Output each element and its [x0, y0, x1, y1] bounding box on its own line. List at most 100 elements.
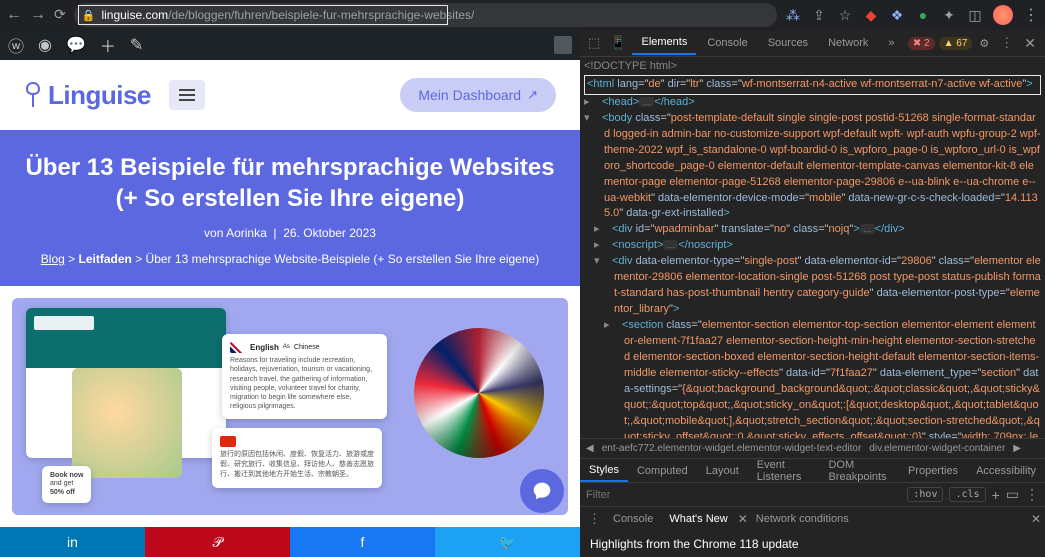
- drawer-content: Highlights from the Chrome 118 update: [580, 531, 1045, 557]
- tab-sources[interactable]: Sources: [759, 32, 817, 54]
- hov-toggle[interactable]: :hov: [907, 487, 943, 502]
- site-logo[interactable]: Linguise: [24, 80, 151, 111]
- wp-user-avatar[interactable]: [554, 36, 572, 54]
- social-share-bar: in 𝒫 f 🐦: [0, 527, 580, 557]
- new-style-rule-icon[interactable]: +: [992, 487, 1000, 503]
- illus-chinese-card: 旅行的原因包括休闲、度假、恢复活力、旅游或度假、研究旅行、收集信息、拜访他人、慈…: [212, 428, 382, 487]
- uk-flag-icon: [230, 342, 246, 353]
- dom-head[interactable]: ▸<head>…</head>: [594, 95, 1041, 111]
- styles-tabs: Styles Computed Layout Event Listeners D…: [580, 458, 1045, 482]
- styles-tab-layout[interactable]: Layout: [697, 461, 748, 481]
- wp-edit-icon[interactable]: ✎: [130, 35, 143, 55]
- back-button[interactable]: ←: [6, 6, 22, 24]
- styles-tab-props[interactable]: Properties: [899, 461, 967, 481]
- tab-more[interactable]: »: [879, 32, 903, 54]
- drawer-tab-whatsnew[interactable]: What's New: [661, 509, 735, 529]
- chat-widget-button[interactable]: [520, 469, 564, 513]
- drawer-tab-network[interactable]: Network conditions: [748, 509, 857, 529]
- extension-icon-3[interactable]: ●: [915, 7, 931, 23]
- profile-avatar[interactable]: [993, 5, 1013, 25]
- devtools-tabs: ⬚ 📱 Elements Console Sources Network » ✖…: [580, 30, 1045, 56]
- wp-add-icon[interactable]: ＋: [100, 33, 116, 57]
- illus-promo-badge: Book nowand get50% off: [42, 466, 91, 503]
- share-facebook[interactable]: f: [290, 527, 435, 557]
- inspect-icon[interactable]: ⬚: [584, 35, 604, 51]
- wp-admin-bar: ⓦ ◉ 💬 ＋ ✎: [0, 30, 580, 60]
- illus-english-card: English As Chinese Reasons for traveling…: [222, 334, 387, 419]
- reload-button[interactable]: ⟳: [54, 6, 66, 24]
- bookmark-star-icon[interactable]: ☆: [837, 7, 853, 23]
- logo-mark-icon: [24, 81, 42, 109]
- dom-wpadminbar[interactable]: ▸<div id="wpadminbar" translate="no" cla…: [604, 222, 1041, 238]
- share-icon[interactable]: ⇪: [811, 7, 827, 23]
- forward-button[interactable]: →: [30, 6, 46, 24]
- devtools-menu-icon[interactable]: ⋮: [996, 35, 1017, 51]
- dom-tree[interactable]: <!DOCTYPE html> <html lang="de" dir="ltr…: [580, 57, 1045, 438]
- tab-console[interactable]: Console: [698, 32, 756, 54]
- breadcrumb: Blog > Leitfaden > Über 13 mehrsprachige…: [18, 252, 562, 266]
- devtools-panel: ⬚ 📱 Elements Console Sources Network » ✖…: [580, 30, 1045, 557]
- share-pinterest[interactable]: 𝒫: [145, 527, 290, 557]
- styles-filter-input[interactable]: [586, 489, 901, 501]
- dom-body-open[interactable]: ▾<body class="post-template-default sing…: [594, 111, 1041, 223]
- chrome-menu-icon[interactable]: ⋮: [1023, 5, 1039, 25]
- address-bar[interactable]: 🔒 linguise.com/de/bloggen/fuhren/beispie…: [74, 3, 777, 27]
- dom-doctype[interactable]: <!DOCTYPE html>: [584, 59, 1041, 75]
- cls-toggle[interactable]: .cls: [949, 487, 985, 502]
- styles-tab-computed[interactable]: Computed: [628, 461, 697, 481]
- lock-icon: 🔒: [82, 9, 96, 22]
- translate-icon[interactable]: ⁂: [785, 7, 801, 23]
- wp-logo-icon[interactable]: ⓦ: [8, 33, 24, 57]
- extension-icon-1[interactable]: ◆: [863, 7, 879, 23]
- browser-toolbar: ← → ⟳ 🔒 linguise.com/de/bloggen/fuhren/b…: [0, 0, 1045, 30]
- styles-filter-bar: :hov .cls + ▭ ⋮: [580, 482, 1045, 506]
- breadcrumb-guide[interactable]: Leitfaden: [79, 252, 132, 266]
- wp-comments-icon[interactable]: 💬: [66, 35, 86, 55]
- dom-html-highlight: <html lang="de" dir="ltr" class="wf-mont…: [584, 75, 1041, 95]
- chat-icon: [532, 481, 552, 501]
- dom-elementor-div[interactable]: ▾<div data-elementor-type="single-post" …: [604, 254, 1041, 318]
- dom-noscript[interactable]: ▸<noscript>…</noscript>: [604, 238, 1041, 254]
- hero-illustration: English As Chinese Reasons for traveling…: [12, 298, 568, 515]
- share-linkedin[interactable]: in: [0, 527, 145, 557]
- external-link-icon: ↗: [527, 87, 538, 103]
- breadcrumb-current: Über 13 mehrsprachige Website-Beispiele …: [146, 252, 540, 266]
- dom-html-open[interactable]: <html lang="de" dir="ltr" class="wf-mont…: [587, 77, 1038, 93]
- page-viewport: ⓦ ◉ 💬 ＋ ✎ Linguise Mein Dashboard ↗ Über…: [0, 30, 580, 557]
- devtools-close-icon[interactable]: ✕: [1019, 35, 1041, 52]
- tab-elements[interactable]: Elements: [632, 31, 696, 55]
- error-count-badge[interactable]: ✖ 2: [908, 37, 935, 50]
- flag-globe-icon: [414, 328, 544, 458]
- styles-tab-a11y[interactable]: Accessibility: [967, 461, 1045, 481]
- extensions-puzzle-icon[interactable]: ✦: [941, 7, 957, 23]
- url-text: linguise.com/de/bloggen/fuhren/beispiele…: [101, 8, 474, 22]
- drawer-menu-icon[interactable]: ⋮: [584, 511, 605, 527]
- device-toggle-icon[interactable]: 📱: [606, 35, 630, 51]
- styles-pane-menu-icon[interactable]: ▭: [1006, 486, 1019, 503]
- cn-flag-icon: [220, 436, 236, 447]
- warning-count-badge[interactable]: ▲ 67: [939, 37, 973, 50]
- dashboard-button[interactable]: Mein Dashboard ↗: [400, 78, 556, 112]
- share-twitter[interactable]: 🐦: [435, 527, 580, 557]
- extension-icon-2[interactable]: ❖: [889, 7, 905, 23]
- hero-section: Über 13 Beispiele für mehrsprachige Webs…: [0, 130, 580, 286]
- drawer-tab-console[interactable]: Console: [605, 509, 661, 529]
- drawer-tab-close-icon[interactable]: ✕: [738, 512, 748, 526]
- hero-meta: von Aorinka | 26. Oktober 2023: [18, 226, 562, 240]
- dashboard-button-label: Mein Dashboard: [418, 87, 521, 103]
- breadcrumb-blog[interactable]: Blog: [41, 252, 65, 266]
- menu-hamburger-button[interactable]: [169, 80, 205, 110]
- logo-text: Linguise: [48, 80, 151, 111]
- drawer-close-icon[interactable]: ✕: [1031, 512, 1041, 526]
- wp-dashboard-icon[interactable]: ◉: [38, 35, 52, 55]
- styles-tab-styles[interactable]: Styles: [580, 460, 628, 482]
- sidepanel-icon[interactable]: ◫: [967, 7, 983, 23]
- illus-photo: [72, 368, 182, 478]
- styles-more-icon[interactable]: ⋮: [1025, 486, 1039, 503]
- dom-section1[interactable]: ▸<section class="elementor-section eleme…: [614, 318, 1041, 438]
- devtools-settings-icon[interactable]: ⚙: [974, 37, 994, 50]
- tab-network[interactable]: Network: [819, 32, 877, 54]
- site-header: Linguise Mein Dashboard ↗: [0, 60, 580, 130]
- page-title: Über 13 Beispiele für mehrsprachige Webs…: [18, 152, 562, 214]
- devtools-drawer: ⋮ Console What's New ✕ Network condition…: [580, 506, 1045, 557]
